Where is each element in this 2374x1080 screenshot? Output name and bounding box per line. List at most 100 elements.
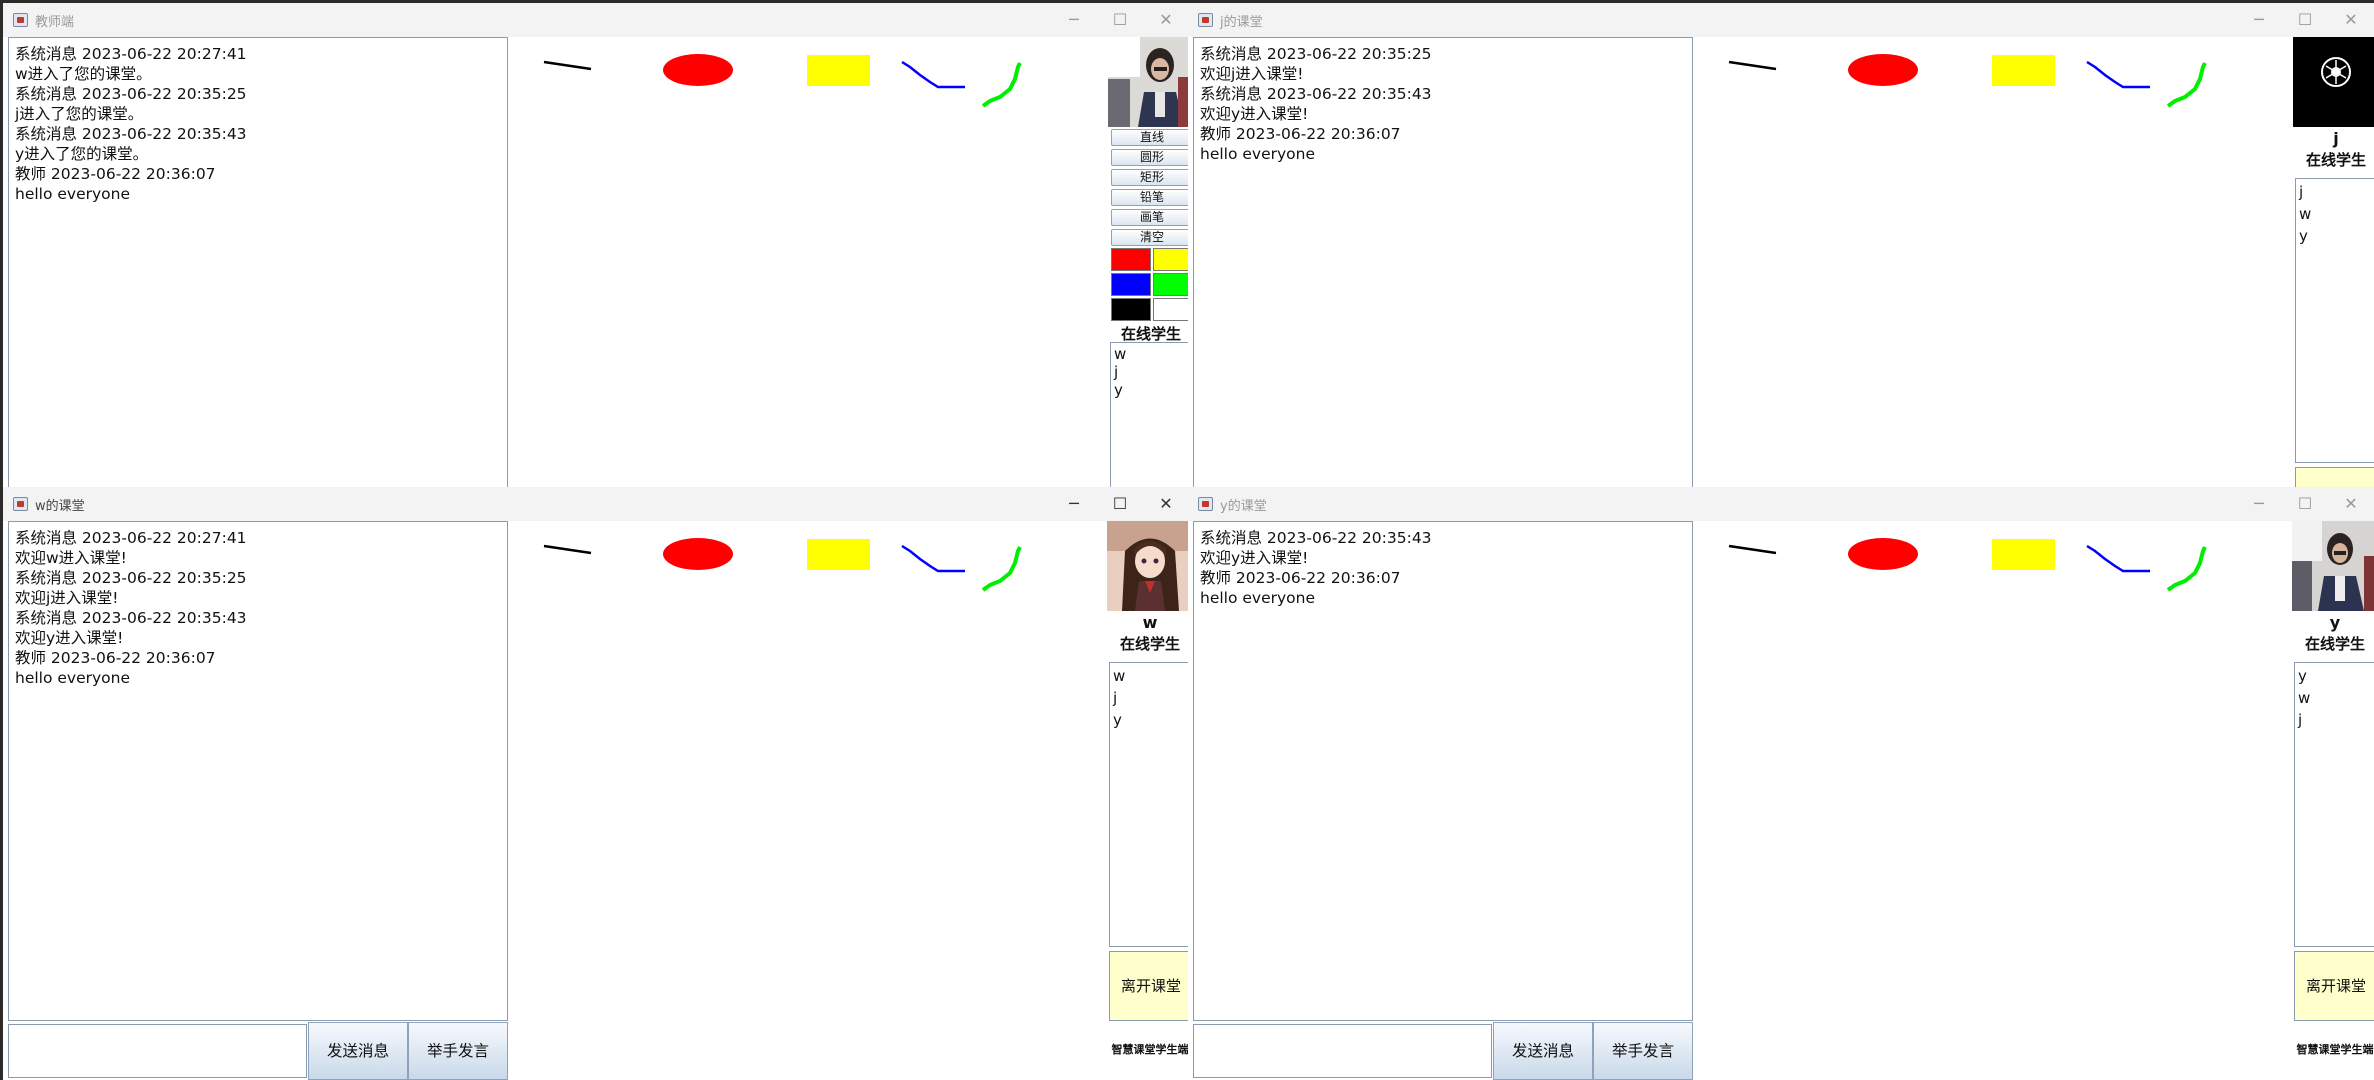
window-title: j的课堂 xyxy=(1220,15,1263,30)
list-item[interactable]: w xyxy=(1114,345,1189,363)
maximize-button[interactable]: ☐ xyxy=(1097,487,1143,521)
leave-classroom-button[interactable]: 离开课堂 xyxy=(1109,951,1189,1021)
chat-history[interactable]: 系统消息 2023-06-22 20:35:43 欢迎y进入课堂! 教师 202… xyxy=(1193,521,1693,1021)
color-black-swatch[interactable] xyxy=(1111,298,1151,321)
java-app-icon xyxy=(13,13,28,27)
color-yellow-swatch[interactable] xyxy=(1153,248,1189,271)
chat-line: j进入了您的课堂。 xyxy=(15,105,144,123)
online-students-title: 在线学生 xyxy=(2304,635,2365,653)
chat-line: 系统消息 2023-06-22 20:35:25 xyxy=(15,85,247,103)
username-label: w xyxy=(1142,613,1158,632)
chat-line: y进入了您的课堂。 xyxy=(15,145,149,163)
chat-line: 教师 2023-06-22 20:36:07 xyxy=(15,649,216,667)
tool-circle-button[interactable]: 圆形 xyxy=(1111,149,1189,166)
maximize-button[interactable]: ☐ xyxy=(1097,3,1143,37)
maximize-button[interactable]: ☐ xyxy=(2282,487,2328,521)
chat-line: 欢迎j进入课堂! xyxy=(1200,65,1304,83)
student-y-avatar xyxy=(2292,521,2374,611)
java-app-icon xyxy=(1198,497,1213,511)
list-item[interactable]: w xyxy=(2298,687,2374,709)
tool-clear-button[interactable]: 清空 xyxy=(1111,229,1189,246)
minimize-button[interactable]: ─ xyxy=(1051,3,1097,37)
title-bar[interactable]: y的课堂 ─ ☐ ✕ xyxy=(1188,487,2374,521)
list-item[interactable]: w xyxy=(2299,203,2374,225)
tool-brush-button[interactable]: 画笔 xyxy=(1111,209,1189,226)
leave-classroom-button[interactable] xyxy=(2295,467,2374,488)
chat-line: 系统消息 2023-06-22 20:27:41 xyxy=(15,45,247,63)
online-students-list[interactable]: w j y xyxy=(1109,662,1189,947)
color-blue-swatch[interactable] xyxy=(1111,273,1151,296)
student-w-avatar xyxy=(1107,521,1189,611)
close-button[interactable]: ✕ xyxy=(2328,3,2374,37)
list-item[interactable]: w xyxy=(1113,665,1189,687)
minimize-button[interactable]: ─ xyxy=(1051,487,1097,521)
list-item[interactable]: j xyxy=(1114,363,1189,381)
online-students-list[interactable]: y w j xyxy=(2294,662,2374,947)
chat-line: 欢迎y进入课堂! xyxy=(1200,105,1309,123)
window-content: 系统消息 2023-06-22 20:27:41 w进入了您的课堂。 系统消息 … xyxy=(8,37,1189,488)
chat-history[interactable]: 系统消息 2023-06-22 20:35:25 欢迎j进入课堂! 系统消息 2… xyxy=(1193,37,1693,488)
leave-classroom-button[interactable]: 离开课堂 xyxy=(2294,951,2374,1021)
whiteboard-canvas xyxy=(1727,536,2207,592)
online-students-title: 在线学生 xyxy=(2305,151,2366,169)
title-bar[interactable]: w的课堂 ─ ☐ ✕ xyxy=(3,487,1189,521)
teacher-window: 教师端 ─ ☐ ✕ 系统消息 2023-06-22 20:27:41 w进入了您… xyxy=(3,3,1189,488)
tool-line-button[interactable]: 直线 xyxy=(1111,129,1189,146)
list-item[interactable]: y xyxy=(2299,225,2374,247)
message-input[interactable] xyxy=(8,1024,307,1078)
chat-history[interactable]: 系统消息 2023-06-22 20:27:41 w进入了您的课堂。 系统消息 … xyxy=(8,37,508,488)
chat-line: 教师 2023-06-22 20:36:07 xyxy=(1200,125,1401,143)
window-content: 系统消息 2023-06-22 20:27:41 欢迎w进入课堂! 系统消息 2… xyxy=(8,521,1189,1080)
maximize-button[interactable]: ☐ xyxy=(2282,3,2328,37)
chat-line: 教师 2023-06-22 20:36:07 xyxy=(1200,569,1401,587)
raise-hand-button[interactable]: 举手发言 xyxy=(408,1022,508,1080)
chat-line: 系统消息 2023-06-22 20:35:43 xyxy=(1200,529,1432,547)
list-item[interactable]: y xyxy=(1114,381,1189,399)
chat-line: 系统消息 2023-06-22 20:35:43 xyxy=(15,125,247,143)
window-content: 系统消息 2023-06-22 20:35:43 欢迎y进入课堂! 教师 202… xyxy=(1193,521,2374,1080)
close-button[interactable]: ✕ xyxy=(1143,487,1189,521)
close-button[interactable]: ✕ xyxy=(1143,3,1189,37)
minimize-button[interactable]: ─ xyxy=(2236,3,2282,37)
chat-line: 欢迎y进入课堂! xyxy=(15,629,124,647)
online-students-list[interactable]: j w y xyxy=(2295,178,2374,463)
tool-pencil-button[interactable]: 铅笔 xyxy=(1111,189,1189,206)
tool-rectangle-button[interactable]: 矩形 xyxy=(1111,169,1189,186)
raise-hand-button[interactable]: 举手发言 xyxy=(1593,1022,1693,1080)
window-content: 系统消息 2023-06-22 20:35:25 欢迎j进入课堂! 系统消息 2… xyxy=(1193,37,2374,488)
title-bar[interactable]: 教师端 ─ ☐ ✕ xyxy=(3,3,1189,37)
chat-history[interactable]: 系统消息 2023-06-22 20:27:41 欢迎w进入课堂! 系统消息 2… xyxy=(8,521,508,1021)
student-j-window: j的课堂 ─ ☐ ✕ 系统消息 2023-06-22 20:35:25 欢迎j进… xyxy=(1188,3,2374,488)
color-green-swatch[interactable] xyxy=(1153,273,1189,296)
send-message-button[interactable]: 发送消息 xyxy=(1493,1022,1593,1080)
username-label: y xyxy=(2329,613,2341,632)
chat-line: 教师 2023-06-22 20:36:07 xyxy=(15,165,216,183)
color-red-swatch[interactable] xyxy=(1111,248,1151,271)
color-white-swatch[interactable] xyxy=(1153,298,1189,321)
chat-line: 系统消息 2023-06-22 20:35:25 xyxy=(15,569,247,587)
list-item[interactable]: j xyxy=(2298,709,2374,731)
online-students-list[interactable]: w j y xyxy=(1110,342,1189,488)
online-students-title: 在线学生 xyxy=(1120,325,1181,343)
message-input[interactable] xyxy=(1193,1024,1492,1078)
java-app-icon xyxy=(13,497,28,511)
student-j-avatar xyxy=(2293,37,2374,127)
list-item[interactable]: j xyxy=(2299,181,2374,203)
title-bar[interactable]: j的课堂 ─ ☐ ✕ xyxy=(1188,3,2374,37)
list-item[interactable]: y xyxy=(2298,665,2374,687)
chat-line: hello everyone xyxy=(1200,145,1316,163)
window-title: 教师端 xyxy=(35,15,75,30)
java-app-icon xyxy=(1198,13,1213,27)
list-item[interactable]: j xyxy=(1113,687,1189,709)
student-w-window: w的课堂 ─ ☐ ✕ 系统消息 2023-06-22 20:27:41 欢迎w进… xyxy=(3,487,1189,1080)
username-label: j xyxy=(2333,129,2339,148)
window-title: y的课堂 xyxy=(1220,499,1267,514)
send-message-button[interactable]: 发送消息 xyxy=(308,1022,408,1080)
chat-line: w进入了您的课堂。 xyxy=(15,65,152,83)
list-item[interactable]: y xyxy=(1113,709,1189,731)
whiteboard-canvas[interactable] xyxy=(510,37,1108,488)
whiteboard-canvas xyxy=(542,536,1022,592)
chat-line: hello everyone xyxy=(1200,589,1316,607)
close-button[interactable]: ✕ xyxy=(2328,487,2374,521)
minimize-button[interactable]: ─ xyxy=(2236,487,2282,521)
